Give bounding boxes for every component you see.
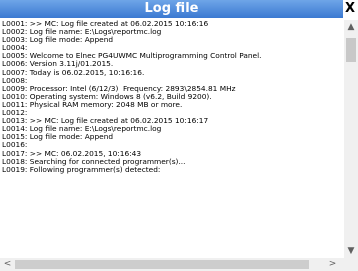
close-button[interactable]: X bbox=[345, 0, 358, 18]
log-line: L0003: Log file mode: Append bbox=[2, 35, 114, 45]
log-line: L0011: Physical RAM memory: 2048 MB or m… bbox=[2, 99, 183, 109]
log-line: L0019: Following programmer(s) detected: bbox=[2, 164, 161, 174]
log-text-area[interactable]: L0001: >> MC: Log file created at 06.02.… bbox=[2, 20, 344, 258]
horizontal-scroll-thumb[interactable] bbox=[15, 260, 309, 269]
vertical-scroll-thumb[interactable] bbox=[346, 38, 356, 62]
scroll-up-icon[interactable]: ▲ bbox=[344, 20, 358, 34]
log-line: L0007: Today is 06.02.2015, 10:16:16. bbox=[2, 67, 145, 77]
scroll-left-icon[interactable]: < bbox=[1, 258, 14, 271]
log-line: L0015: Log file mode: Append bbox=[2, 132, 114, 142]
horizontal-scrollbar[interactable]: < > bbox=[0, 258, 344, 271]
scroll-down-icon[interactable]: ▼ bbox=[344, 244, 358, 258]
scrollbar-corner bbox=[344, 258, 358, 271]
window-title: Log file bbox=[0, 0, 343, 18]
vertical-scrollbar[interactable]: ▲ ▼ bbox=[344, 20, 358, 258]
log-file-window: Log file X L0001: >> MC: Log file create… bbox=[0, 0, 358, 271]
scroll-right-icon[interactable]: > bbox=[326, 258, 339, 271]
